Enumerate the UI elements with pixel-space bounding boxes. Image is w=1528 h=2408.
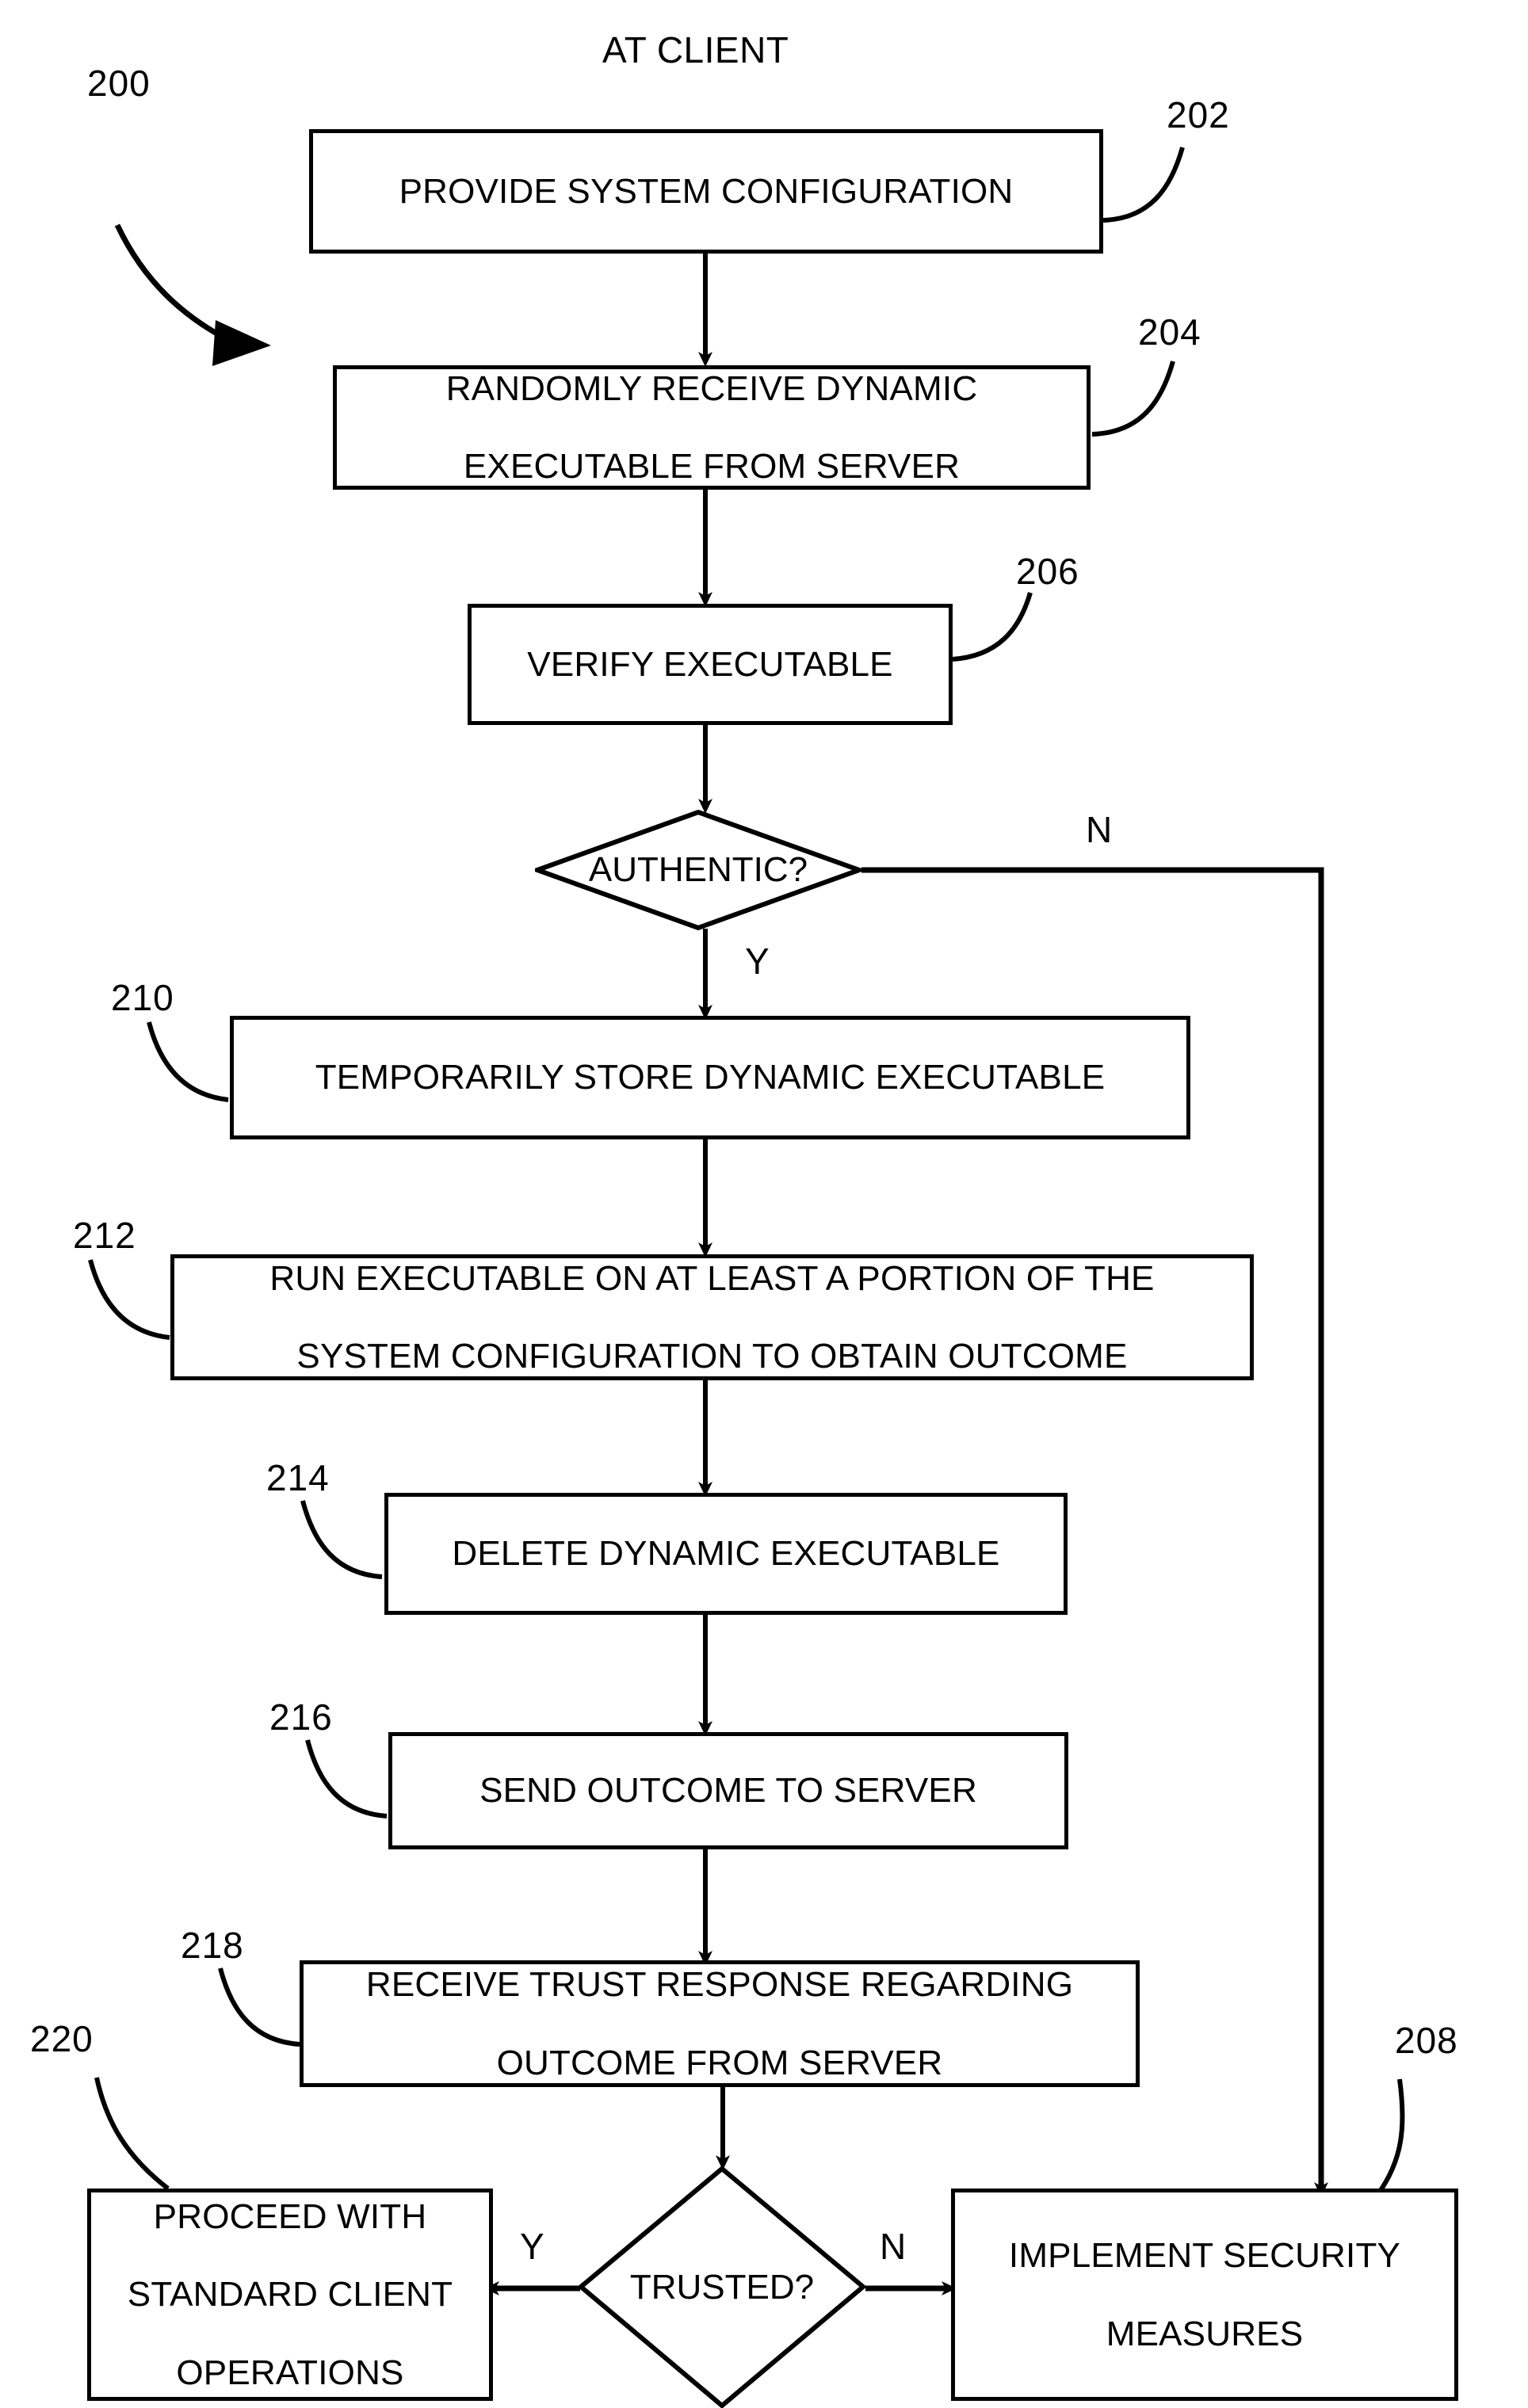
node-text-line1: RUN EXECUTABLE ON AT LEAST A PORTION OF … [269,1258,1155,1298]
node-send-outcome-to-server[interactable]: SEND OUTCOME TO SERVER [388,1732,1068,1849]
leader-218 [218,1967,300,2047]
node-temporarily-store-dynamic-executable[interactable]: TEMPORARILY STORE DYNAMIC EXECUTABLE [230,1016,1190,1139]
node-text-line1: RECEIVE TRUST RESPONSE REGARDING [365,1965,1074,2005]
leader-210 [147,1021,229,1102]
node-text-line1: PROCEED WITH [153,2196,427,2236]
node-text-line2: MEASURES [1106,2314,1304,2353]
ref-label-210: 210 [111,977,174,1018]
node-receive-trust-response[interactable]: RECEIVE TRUST RESPONSE REGARDING OUTCOME… [300,1960,1140,2087]
leader-208 [1375,2078,1405,2196]
branch-label-trusted-yes: Y [520,2226,544,2267]
diagram-title: AT CLIENT [602,29,789,71]
ref-label-220: 220 [30,2018,94,2059]
node-text-line3: OPERATIONS [176,2353,404,2392]
node-provide-system-configuration[interactable]: PROVIDE SYSTEM CONFIGURATION [309,129,1103,254]
branch-label-authentic-yes: Y [745,941,770,982]
figure-ref-arrow [114,223,271,366]
branch-label-authentic-no: N [1086,809,1113,850]
node-text-line2: OUTCOME FROM SERVER [496,2043,943,2082]
node-randomly-receive-dynamic-executable[interactable]: RANDOMLY RECEIVE DYNAMIC EXECUTABLE FROM… [333,365,1091,490]
decision-label: TRUSTED? [629,2267,815,2307]
ref-label-218: 218 [181,1925,244,1966]
ref-label-200: 200 [87,63,151,104]
node-text-line1: RANDOMLY RECEIVE DYNAMIC [445,368,978,408]
ref-label-216: 216 [269,1696,333,1738]
ref-label-206: 206 [1016,551,1079,592]
node-delete-dynamic-executable[interactable]: DELETE DYNAMIC EXECUTABLE [384,1493,1068,1615]
flowchart-canvas: AT CLIENT 200 202 204 206 210 212 214 21… [0,0,1528,2408]
node-text: RUN EXECUTABLE ON AT LEAST A PORTION OF … [254,1259,1170,1376]
node-text: DELETE DYNAMIC EXECUTABLE [452,1534,1000,1574]
decision-label: AUTHENTIC? [588,850,808,889]
node-proceed-with-standard-client-operations[interactable]: PROCEED WITH STANDARD CLIENT OPERATIONS [87,2189,493,2401]
leader-216 [305,1739,388,1818]
node-text-line2: SYSTEM CONFIGURATION TO OBTAIN OUTCOME [296,1337,1128,1376]
decision-trusted[interactable]: TRUSTED? [579,2166,865,2408]
node-text: VERIFY EXECUTABLE [527,644,893,684]
ref-label-208: 208 [1395,2020,1458,2061]
leader-202 [1102,147,1185,223]
node-text: RECEIVE TRUST RESPONSE REGARDING OUTCOME… [350,1965,1089,2082]
node-run-executable-on-system-configuration[interactable]: RUN EXECUTABLE ON AT LEAST A PORTION OF … [170,1254,1254,1380]
node-text: SEND OUTCOME TO SERVER [479,1771,977,1811]
leader-204 [1091,361,1175,437]
decision-authentic[interactable]: AUTHENTIC? [535,810,861,930]
node-text-line1: IMPLEMENT SECURITY [1008,2236,1401,2276]
node-implement-security-measures[interactable]: IMPLEMENT SECURITY MEASURES [951,2189,1458,2401]
node-text: RANDOMLY RECEIVE DYNAMIC EXECUTABLE FROM… [430,369,994,487]
branch-label-trusted-no: N [880,2226,907,2267]
leader-206 [952,592,1033,662]
ref-label-204: 204 [1138,311,1201,353]
ref-label-202: 202 [1167,94,1230,135]
node-verify-executable[interactable]: VERIFY EXECUTABLE [468,604,953,725]
node-text: IMPLEMENT SECURITY MEASURES [993,2236,1416,2353]
node-text: TEMPORARILY STORE DYNAMIC EXECUTABLE [315,1058,1106,1097]
node-text: PROCEED WITH STANDARD CLIENT OPERATIONS [112,2197,468,2392]
leader-212 [88,1259,170,1340]
leader-214 [300,1500,383,1579]
node-text: PROVIDE SYSTEM CONFIGURATION [399,171,1014,211]
ref-label-212: 212 [73,1215,136,1256]
node-text-line2: EXECUTABLE FROM SERVER [463,447,961,487]
leader-220 [94,2077,170,2191]
node-text-line2: STANDARD CLIENT [127,2275,453,2315]
ref-label-214: 214 [266,1457,330,1498]
